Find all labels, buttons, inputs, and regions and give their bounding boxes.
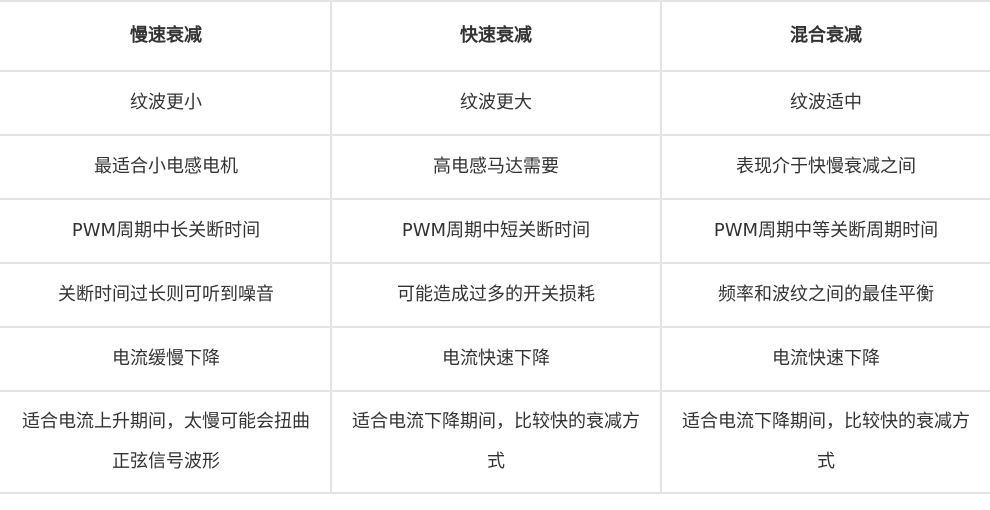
header-slow-decay: 慢速衰减 xyxy=(0,0,332,72)
table-cell: 可能造成过多的开关损耗 xyxy=(330,262,662,328)
table-cell: 纹波更大 xyxy=(330,70,662,136)
table-cell: PWM周期中长关断时间 xyxy=(0,198,332,264)
table-row: 纹波更小 纹波更大 纹波适中 xyxy=(0,70,990,136)
table-cell: 频率和波纹之间的最佳平衡 xyxy=(660,262,990,328)
table-cell: 纹波适中 xyxy=(660,70,990,136)
table-cell: 电流快速下降 xyxy=(660,326,990,392)
table-cell: 关断时间过长则可听到噪音 xyxy=(0,262,332,328)
table-row: 适合电流上升期间，太慢可能会扭曲正弦信号波形 适合电流下降期间，比较快的衰减方式… xyxy=(0,390,990,494)
table-cell: 表现介于快慢衰减之间 xyxy=(660,134,990,200)
header-mixed-decay: 混合衰减 xyxy=(660,0,990,72)
header-fast-decay: 快速衰减 xyxy=(330,0,662,72)
table-cell: 高电感马达需要 xyxy=(330,134,662,200)
table-row: 最适合小电感电机 高电感马达需要 表现介于快慢衰减之间 xyxy=(0,134,990,200)
table-row: 电流缓慢下降 电流快速下降 电流快速下降 xyxy=(0,326,990,392)
table-cell: 电流缓慢下降 xyxy=(0,326,332,392)
table-cell: PWM周期中等关断周期时间 xyxy=(660,198,990,264)
table-row: PWM周期中长关断时间 PWM周期中短关断时间 PWM周期中等关断周期时间 xyxy=(0,198,990,264)
table-row: 关断时间过长则可听到噪音 可能造成过多的开关损耗 频率和波纹之间的最佳平衡 xyxy=(0,262,990,328)
table-cell: 纹波更小 xyxy=(0,70,332,136)
table-cell: 适合电流下降期间，比较快的衰减方式 xyxy=(330,390,662,494)
table-cell: 电流快速下降 xyxy=(330,326,662,392)
table-cell: 最适合小电感电机 xyxy=(0,134,332,200)
table-cell: 适合电流上升期间，太慢可能会扭曲正弦信号波形 xyxy=(0,390,332,494)
decay-comparison-table: 慢速衰减 快速衰减 混合衰减 纹波更小 纹波更大 纹波适中 最适合小电感电机 高… xyxy=(0,0,990,494)
header-row: 慢速衰减 快速衰减 混合衰减 xyxy=(0,0,990,72)
table-cell: 适合电流下降期间，比较快的衰减方式 xyxy=(660,390,990,494)
table-cell: PWM周期中短关断时间 xyxy=(330,198,662,264)
